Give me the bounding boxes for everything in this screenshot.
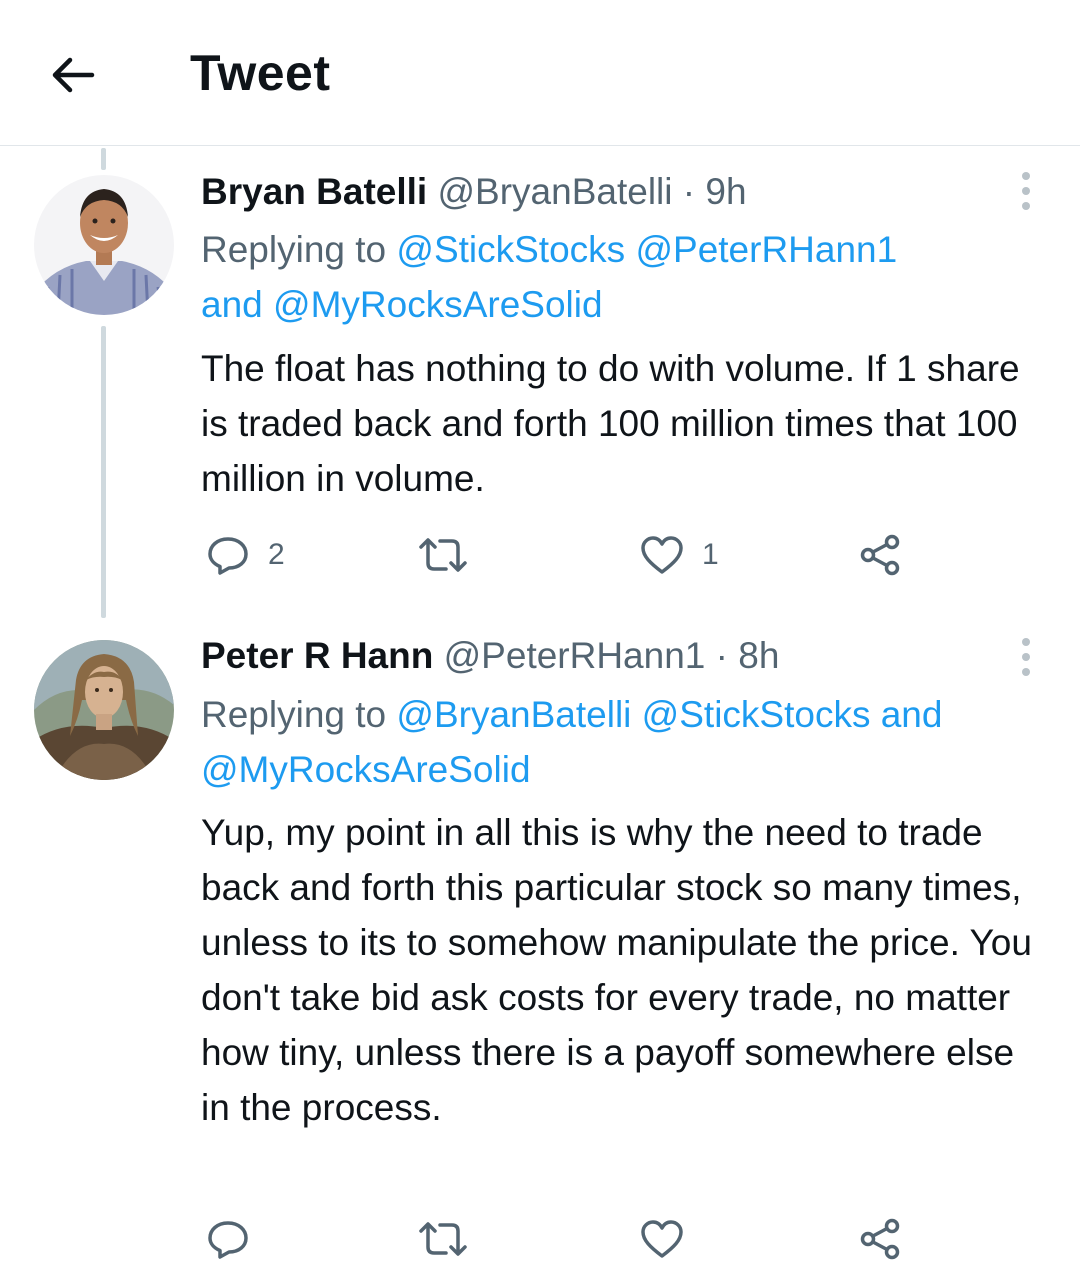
share-button[interactable] [858,530,902,580]
arrow-left-icon [52,57,95,93]
separator-dot: · [682,171,696,212]
reply-icon [208,537,248,575]
heart-icon [641,1220,683,1258]
share-icon [860,1218,900,1260]
author-handle[interactable]: @PeterRHann1 [444,635,706,676]
reply-button[interactable]: 2 [206,530,285,580]
avatar-bryan-batelli[interactable] [34,175,174,315]
author-name[interactable]: Peter R Hann [201,635,433,676]
mention-link[interactable]: @MyRocksAreSolid [273,284,603,325]
more-options-button[interactable] [1012,172,1040,216]
separator-dot: · [715,635,728,676]
retweet-button[interactable] [418,1214,486,1264]
more-vertical-icon [1012,638,1040,676]
heart-icon [641,536,683,574]
avatar-photo [34,640,174,780]
retweet-icon [419,538,467,572]
like-button[interactable] [640,1214,702,1264]
retweet-icon [419,1222,467,1256]
mention-link[interactable]: @PeterRHann1 [635,229,897,270]
more-vertical-icon [1012,172,1040,210]
reply-count: 2 [268,538,285,571]
mention-conjunction: and [201,284,263,325]
author-handle[interactable]: @BryanBatelli [437,171,672,212]
share-icon [860,534,900,576]
thread-line-top [101,148,106,170]
mention-conjunction: and [880,694,943,735]
more-options-button[interactable] [1012,638,1040,682]
tweet-header: Bryan Batelli @BryanBatelli · 9h [201,166,747,218]
mention-link[interactable]: @StickStocks [396,229,625,270]
replying-to-label: Replying to [201,694,387,735]
like-button[interactable]: 1 [640,530,719,580]
thread-line-connector [101,326,106,618]
mention-link[interactable]: @StickStocks [642,694,871,735]
back-button[interactable] [50,52,96,98]
top-bar: Tweet [0,0,1080,146]
reply-button[interactable] [206,1214,268,1264]
tweet-text: The float has nothing to do with volume.… [201,348,1020,499]
tweet-text: Yup, my point in all this is why the nee… [201,812,1032,1128]
avatar-photo [34,175,174,315]
author-name[interactable]: Bryan Batelli [201,171,427,212]
tweet-time[interactable]: 8h [738,635,779,676]
share-button[interactable] [858,1214,902,1264]
like-count: 1 [702,538,719,571]
replying-to: Replying to @BryanBatelli @StickStocks a… [201,687,1051,797]
tweet-time[interactable]: 9h [705,171,746,212]
replying-to-label: Replying to [201,229,387,270]
retweet-button[interactable] [418,530,486,580]
mention-link[interactable]: @BryanBatelli [396,694,631,735]
mention-link[interactable]: @MyRocksAreSolid [201,749,531,790]
tweet-header: Peter R Hann @PeterRHann1 · 8h [201,630,779,682]
replying-to: Replying to @StickStocks @PeterRHann1 an… [201,222,1051,332]
avatar-peter-r-hann[interactable] [34,640,174,780]
page-title: Tweet [190,45,331,101]
reply-icon [208,1221,248,1259]
